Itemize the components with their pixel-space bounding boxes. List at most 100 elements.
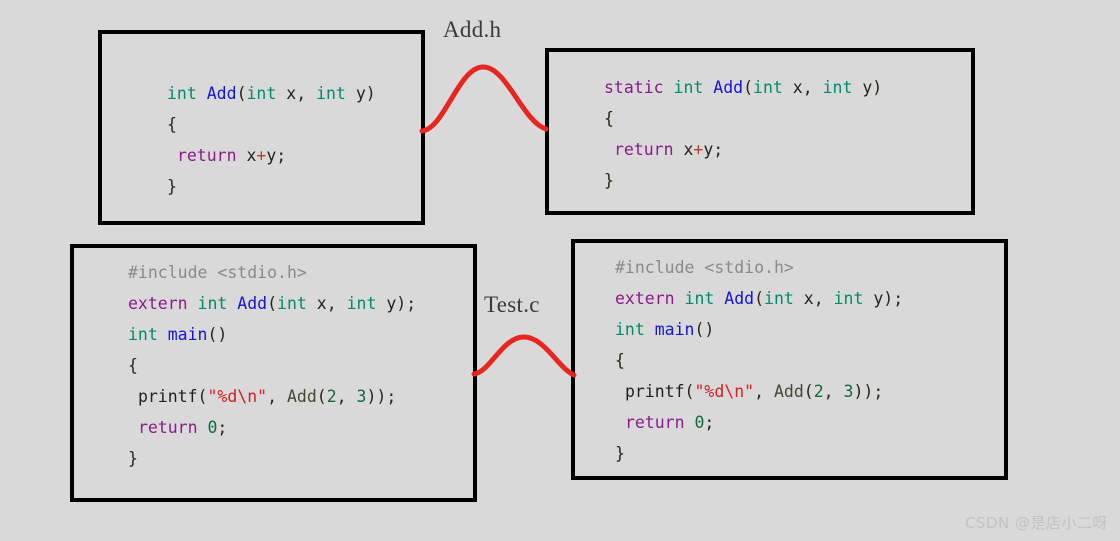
code-block-test-c-static: #include <stdio.h> extern int Add(int x, …: [575, 243, 1004, 469]
code-token: Add: [713, 78, 744, 97]
code-token: return: [613, 140, 674, 159]
diagram-canvas: int Add(int x, int y){ return x+y;} stat…: [0, 0, 1120, 541]
code-token: (): [207, 325, 228, 344]
code-token: return: [624, 413, 685, 432]
code-token: +: [256, 146, 267, 165]
code-line: static int Add(int x, int y): [604, 72, 971, 103]
code-token: #include <stdio.h>: [615, 258, 794, 277]
code-token: }: [167, 177, 177, 196]
code-token: return: [137, 418, 198, 437]
code-token: (: [316, 387, 327, 406]
code-token: int: [673, 78, 714, 97]
code-token: y: [386, 294, 397, 313]
code-token: (): [694, 320, 715, 339]
code-line: {: [128, 350, 473, 381]
code-line: }: [615, 438, 1004, 469]
code-token: y: [266, 146, 277, 165]
code-block-test-c-nonstatic: #include <stdio.h> extern int Add(int x, …: [74, 248, 473, 474]
code-token: );: [396, 294, 417, 313]
code-token: int: [277, 294, 317, 313]
code-token: Add: [724, 289, 755, 308]
code-token: y: [873, 289, 884, 308]
code-token: ));: [853, 382, 884, 401]
code-token: Add: [773, 382, 804, 401]
code-token: ): [872, 78, 883, 97]
code-token: 3: [843, 382, 854, 401]
code-token: ,: [802, 78, 823, 97]
code-box-add-h-static: static int Add(int x, int y){ return x+y…: [545, 48, 975, 215]
code-line: int Add(int x, int y): [167, 78, 421, 109]
code-token: }: [615, 444, 625, 463]
code-line: return 0;: [615, 407, 1004, 438]
code-token: int: [167, 84, 207, 103]
code-line: {: [167, 109, 421, 140]
code-block-add-h-nonstatic: int Add(int x, int y) { return x+y;}: [102, 34, 421, 202]
code-line: extern int Add(int x, int y);: [128, 288, 473, 319]
code-token: main: [654, 320, 695, 339]
code-token: ,: [267, 387, 287, 406]
code-token: int: [764, 289, 804, 308]
code-token: );: [883, 289, 904, 308]
code-token: (: [754, 289, 765, 308]
code-token: printf: [624, 382, 685, 401]
code-token: ;: [276, 146, 287, 165]
code-token: int: [246, 84, 287, 103]
code-line: printf("%d\n", Add(2, 3));: [615, 376, 1004, 407]
code-token: +: [693, 140, 704, 159]
code-token: int: [684, 289, 725, 308]
code-token: x: [683, 140, 694, 159]
code-token: y: [862, 78, 873, 97]
code-line: return 0;: [128, 412, 473, 443]
code-token: 2: [813, 382, 824, 401]
code-token: {: [167, 115, 177, 134]
code-token: (: [267, 294, 278, 313]
code-token: (: [743, 78, 754, 97]
code-line: return x+y;: [604, 134, 971, 165]
code-token: y: [703, 140, 714, 159]
code-block-add-h-static: static int Add(int x, int y){ return x+y…: [549, 52, 971, 196]
code-line: printf("%d\n", Add(2, 3));: [128, 381, 473, 412]
code-token: Add: [237, 294, 268, 313]
code-line: return x+y;: [167, 140, 421, 171]
code-token: ,: [754, 382, 774, 401]
connector-label-test-c: Test.c: [484, 292, 540, 317]
connector-path-add-h: [419, 64, 549, 134]
code-token: 3: [356, 387, 367, 406]
code-token: (: [236, 84, 247, 103]
code-token: "%d\n": [207, 387, 268, 406]
watermark-text: CSDN @是店小二呀: [964, 514, 1108, 532]
connector-label-add-h: Add.h: [443, 17, 502, 42]
code-token: x: [803, 289, 814, 308]
code-token: x: [316, 294, 327, 313]
code-token: x: [792, 78, 803, 97]
code-token: int: [615, 320, 655, 339]
code-token: printf: [137, 387, 198, 406]
code-line: }: [128, 443, 473, 474]
code-token: ;: [713, 140, 724, 159]
code-token: int: [316, 84, 356, 103]
code-token: 0: [694, 413, 705, 432]
code-token: {: [615, 351, 625, 370]
code-line: {: [615, 345, 1004, 376]
code-token: static: [604, 78, 664, 97]
code-token: (: [197, 387, 208, 406]
code-token: {: [128, 356, 138, 375]
code-token: int: [197, 294, 238, 313]
code-token: ,: [813, 289, 834, 308]
code-line: }: [604, 165, 971, 196]
code-token: int: [833, 289, 874, 308]
code-token: main: [167, 325, 208, 344]
connector-curve-add-h: [419, 64, 549, 134]
code-box-add-h-nonstatic: int Add(int x, int y) { return x+y;}: [98, 30, 425, 225]
code-token: #include <stdio.h>: [128, 263, 307, 282]
code-token: ): [365, 84, 376, 103]
code-box-test-c-static: #include <stdio.h> extern int Add(int x, …: [571, 239, 1008, 480]
